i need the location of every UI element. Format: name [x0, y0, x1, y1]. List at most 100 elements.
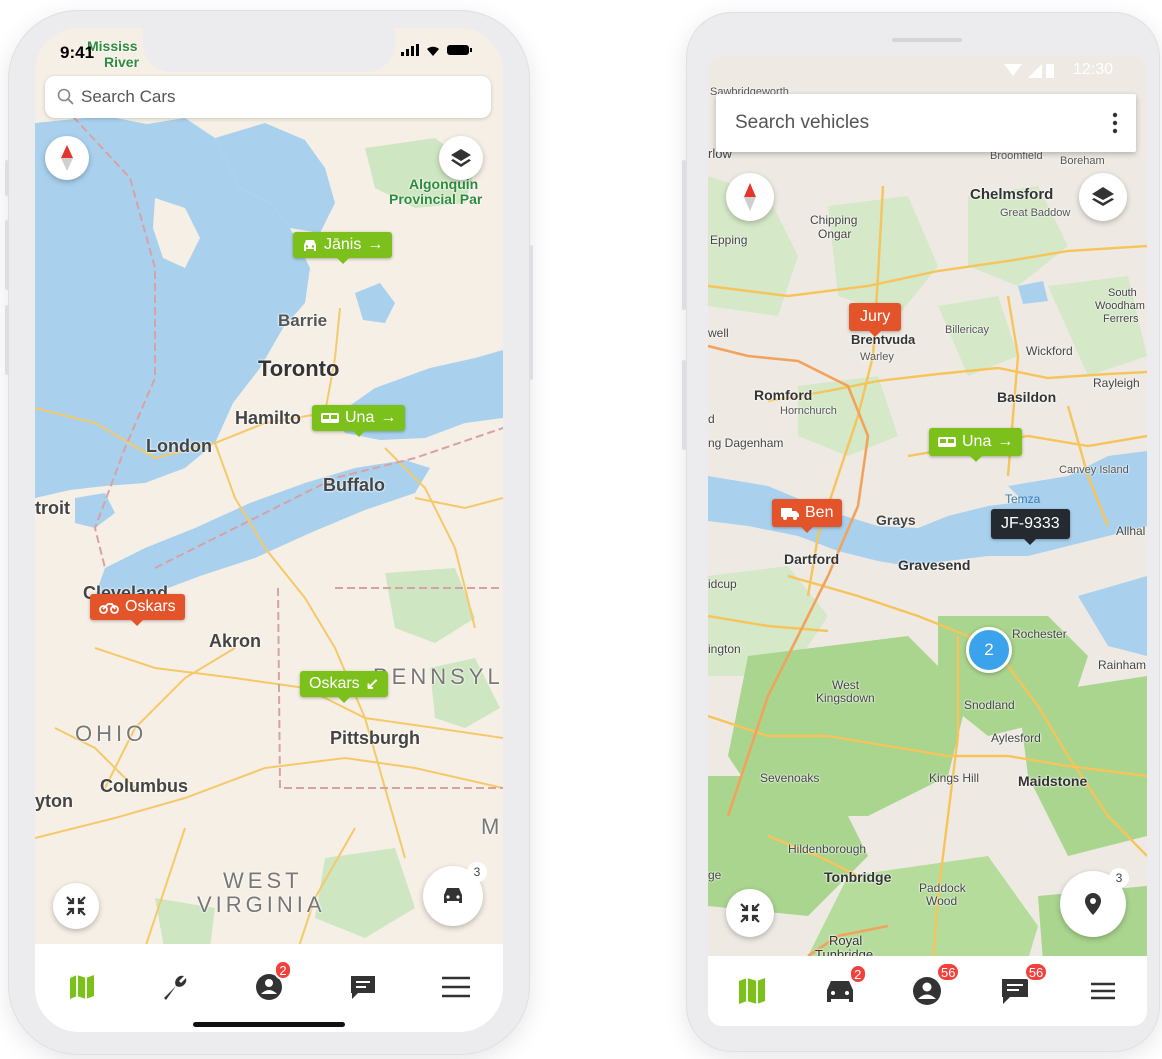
notification-badge: 56 — [1023, 962, 1049, 982]
tab-drivers[interactable]: 56 — [902, 962, 961, 1016]
vehicle-marker-jf-9333[interactable]: JF-9333 — [991, 509, 1070, 545]
tab-vehicles[interactable]: 2 — [815, 964, 867, 1016]
compass-button[interactable] — [45, 136, 89, 180]
map-label: Ferrers — [1103, 313, 1139, 325]
layers-icon — [1092, 187, 1114, 206]
signal-icon — [401, 44, 419, 56]
map-label: Provincial Par — [389, 191, 483, 207]
status-time: 9:41 — [60, 43, 95, 62]
map-label: yton — [35, 791, 73, 811]
more-options-icon[interactable] — [1112, 112, 1118, 134]
map-label: M — [481, 814, 500, 839]
search-input[interactable]: Search Cars — [45, 76, 491, 118]
collapse-button[interactable] — [53, 883, 99, 929]
map-label: Basildon — [997, 389, 1057, 405]
vehicle-marker-oskars-moto[interactable]: Oskars — [90, 594, 185, 626]
marker-label: Jury — [860, 308, 891, 325]
vehicle-marker-una[interactable]: Una → — [312, 405, 406, 437]
tab-map[interactable] — [57, 962, 107, 1012]
direction-arrow-icon: → — [380, 409, 397, 426]
map-label: Romford — [754, 387, 813, 403]
map-label: Allhal — [1116, 524, 1146, 538]
map-label: Barrie — [278, 311, 328, 330]
motorcycle-icon — [99, 602, 119, 614]
map-label: Dartford — [784, 551, 840, 567]
tab-messages[interactable] — [338, 962, 388, 1012]
vehicle-marker-una[interactable]: Una → — [929, 428, 1023, 462]
map-label: ng Dagenham — [708, 436, 784, 450]
map-label: idcup — [708, 577, 737, 591]
compass-button[interactable] — [726, 173, 774, 221]
map-label: London — [146, 436, 212, 456]
map-label: WEST — [223, 868, 303, 893]
location-count-badge: 3 — [1109, 868, 1129, 888]
direction-arrow-icon: → — [367, 236, 384, 253]
tab-service[interactable] — [150, 962, 200, 1012]
marker-label: Ben — [805, 504, 834, 521]
map-label: Tonbridge — [824, 869, 892, 885]
map-label: Snodland — [964, 698, 1015, 712]
iphone-power-button — [529, 245, 533, 380]
android-speaker — [892, 38, 962, 42]
vehicle-marker-janis[interactable]: Jānis → — [293, 232, 393, 264]
tab-map[interactable] — [727, 966, 777, 1016]
ios-notch — [143, 28, 395, 72]
menu-icon — [1091, 982, 1116, 1000]
location-pin-icon — [1085, 893, 1101, 915]
locations-button[interactable]: 3 — [1060, 868, 1129, 937]
collapse-button[interactable] — [726, 889, 774, 937]
map-label: Temza — [1005, 492, 1041, 506]
map-label: Sevenoaks — [760, 771, 820, 785]
map-label: Canvey Island — [1059, 464, 1129, 476]
battery-icon — [447, 45, 472, 55]
map-label: Rainham — [1098, 658, 1147, 672]
search-input[interactable]: Search vehicles — [716, 94, 1136, 152]
car-icon — [304, 239, 316, 251]
tab-messages[interactable]: 56 — [990, 962, 1049, 1016]
chat-icon — [350, 976, 375, 999]
map-label: ge — [708, 868, 722, 882]
map-label: Maidstone — [1018, 773, 1088, 789]
vehicle-count-badge: 3 — [467, 862, 487, 882]
map-label: Columbus — [100, 776, 188, 796]
map-label: Royal — [829, 933, 863, 948]
vehicle-marker-jury[interactable]: Jury — [849, 303, 902, 337]
map-label: Epping — [710, 233, 748, 247]
vehicle-cluster[interactable]: 2 — [966, 627, 1012, 673]
tab-menu[interactable] — [1078, 966, 1128, 1016]
vehicles-list-button[interactable]: 3 — [423, 862, 487, 926]
tab-menu[interactable] — [431, 962, 481, 1012]
map-label: Toronto — [258, 356, 340, 381]
chat-icon — [1002, 979, 1029, 1004]
tab-drivers[interactable]: 2 — [244, 960, 294, 1012]
android-side-button — [682, 160, 686, 310]
map-label: PENNSYL — [373, 664, 503, 689]
layers-button[interactable] — [439, 136, 483, 180]
collapse-icon — [66, 896, 86, 916]
map-label: Paddock — [919, 881, 966, 895]
notification-badge: 2 — [273, 960, 292, 980]
map-icon — [69, 975, 94, 999]
map-label: River — [104, 54, 140, 70]
car-icon — [444, 888, 462, 903]
map-label: Akron — [209, 631, 262, 651]
direction-arrow-icon: → — [997, 433, 1014, 450]
map-label: Boreham — [1060, 155, 1105, 167]
marker-label: Jānis — [324, 236, 362, 253]
map-label: Wood — [926, 894, 958, 908]
search-placeholder: Search vehicles — [735, 112, 870, 133]
menu-icon — [442, 976, 471, 998]
map-label: South — [1108, 287, 1137, 299]
wifi-signal-icon — [1004, 64, 1054, 78]
map-label: West — [832, 678, 860, 692]
map-label: Buffalo — [323, 475, 385, 495]
truck-icon — [781, 508, 799, 520]
layers-icon — [451, 149, 471, 167]
vehicle-marker-oskars[interactable]: Oskars ↙ — [300, 671, 389, 703]
compass-icon — [744, 183, 756, 211]
map-label: Gravesend — [898, 557, 971, 573]
android-tab-bar: 2 56 56 — [708, 956, 1147, 1026]
ios-tab-bar: 2 — [35, 944, 503, 1032]
layers-button[interactable] — [1079, 173, 1127, 221]
vehicle-marker-ben[interactable]: Ben — [772, 499, 843, 533]
